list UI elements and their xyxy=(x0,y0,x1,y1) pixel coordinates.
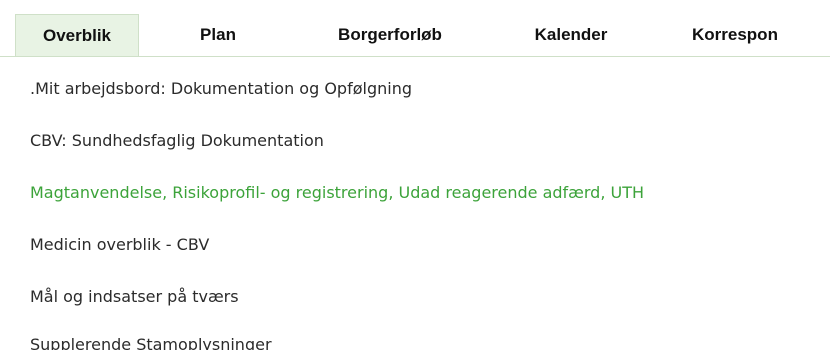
menu-item-maal-og-indsatser[interactable]: Mål og indsatser på tværs xyxy=(30,282,239,312)
tab-plan[interactable]: Plan xyxy=(168,14,268,56)
menu-item-medicin-overblik[interactable]: Medicin overblik - CBV xyxy=(30,230,209,260)
menu-item-supplerende-stamoplysninger[interactable]: Supplerende Stamoplysninger xyxy=(30,330,272,350)
tab-overblik[interactable]: Overblik xyxy=(15,14,139,56)
menu-item-mit-arbejdsbord[interactable]: .Mit arbejdsbord: Dokumentation og Opføl… xyxy=(30,74,412,104)
tab-korrespondance[interactable]: Korrespon xyxy=(668,14,830,56)
menu-item-cbv-sundhedsfaglig[interactable]: CBV: Sundhedsfaglig Dokumentation xyxy=(30,126,324,156)
tab-bar: Overblik Plan Borgerforløb Kalender Korr… xyxy=(0,0,830,64)
tab-kalender[interactable]: Kalender xyxy=(506,14,636,56)
menu-item-magtanvendelse[interactable]: Magtanvendelse, Risikoprofil- og registr… xyxy=(30,178,644,208)
tab-borgerforloeb[interactable]: Borgerforløb xyxy=(310,14,470,56)
dropdown-menu: .Mit arbejdsbord: Dokumentation og Opføl… xyxy=(0,56,830,350)
